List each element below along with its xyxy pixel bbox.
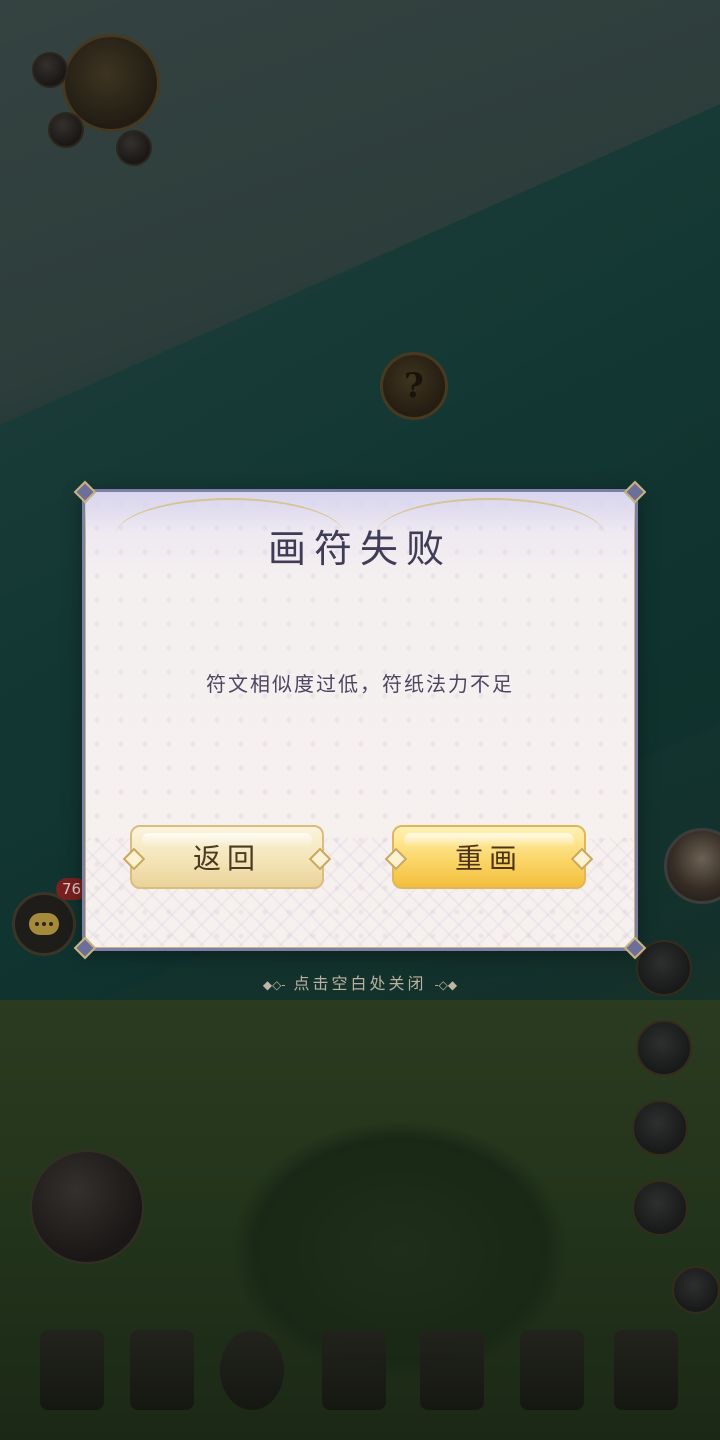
back-button[interactable]: 返回 — [130, 825, 324, 889]
redraw-button[interactable]: 重画 — [392, 825, 586, 889]
dialog-message: 符文相似度过低，符纸法力不足 — [206, 672, 514, 696]
diamond-ornament-icon: ◆◇- — [262, 978, 286, 992]
redraw-button-label: 重画 — [454, 842, 523, 875]
game-screen: ? 76 画符失败 符文相似度过低，符纸法力不足 返回 重画 ◆◇- 点击空白处… — [0, 0, 720, 1440]
chat-bubble-icon — [29, 913, 59, 935]
tap-blank-to-close-hint: ◆◇- 点击空白处关闭 -◇◆ — [0, 970, 720, 994]
chat-button[interactable] — [12, 892, 76, 956]
dialog-title: 画符失败 — [267, 527, 452, 571]
close-hint-text: 点击空白处关闭 — [293, 974, 427, 993]
diamond-ornament-icon: -◇◆ — [434, 978, 458, 992]
back-button-label: 返回 — [192, 842, 261, 875]
